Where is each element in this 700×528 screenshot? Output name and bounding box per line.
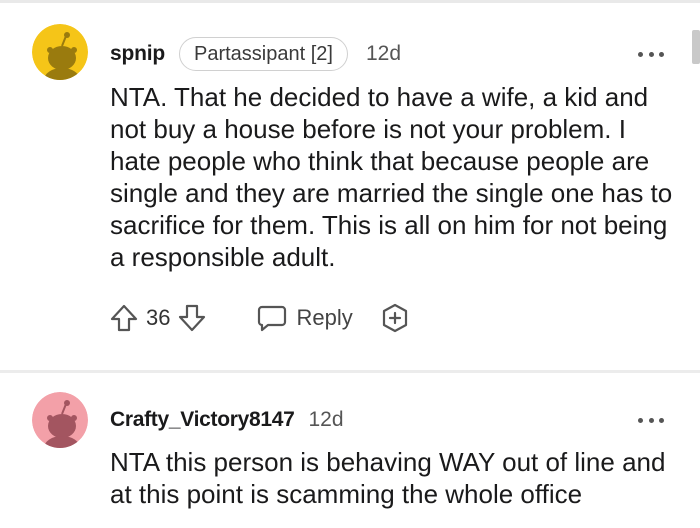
reply-bubble-icon bbox=[258, 305, 287, 332]
top-divider bbox=[0, 0, 700, 3]
username[interactable]: Crafty_Victory8147 bbox=[110, 408, 295, 432]
vote-score: 36 bbox=[146, 305, 171, 330]
snoo-avatar-icon bbox=[32, 24, 88, 80]
username[interactable]: spnip bbox=[110, 42, 165, 66]
more-options-icon[interactable] bbox=[638, 44, 664, 64]
comment-meta: Crafty_Victory8147 12d bbox=[110, 402, 344, 438]
award-icon bbox=[382, 303, 407, 333]
comment-age: 12d bbox=[308, 408, 344, 431]
reply-label: Reply bbox=[296, 305, 353, 330]
avatar[interactable] bbox=[32, 24, 88, 80]
comment-meta: spnip Partassipant [2] 12d bbox=[110, 36, 401, 72]
snoo-avatar-icon bbox=[32, 392, 88, 448]
user-flair: Partassipant [2] bbox=[179, 37, 348, 71]
reply-button[interactable]: Reply bbox=[256, 303, 353, 333]
downvote-icon[interactable] bbox=[176, 302, 208, 334]
comment-divider bbox=[0, 370, 700, 373]
award-button[interactable] bbox=[379, 302, 411, 334]
upvote-icon[interactable] bbox=[108, 302, 140, 334]
scrollbar-thumb[interactable] bbox=[692, 30, 700, 64]
avatar[interactable] bbox=[32, 392, 88, 448]
comment-actions: 36 Reply bbox=[108, 300, 411, 336]
comment-age: 12d bbox=[365, 42, 402, 65]
comment-body: NTA. That he decided to have a wife, a k… bbox=[110, 82, 673, 272]
comment-body: NTA this person is behaving WAY out of l… bbox=[110, 447, 666, 509]
more-options-icon[interactable] bbox=[638, 410, 664, 430]
